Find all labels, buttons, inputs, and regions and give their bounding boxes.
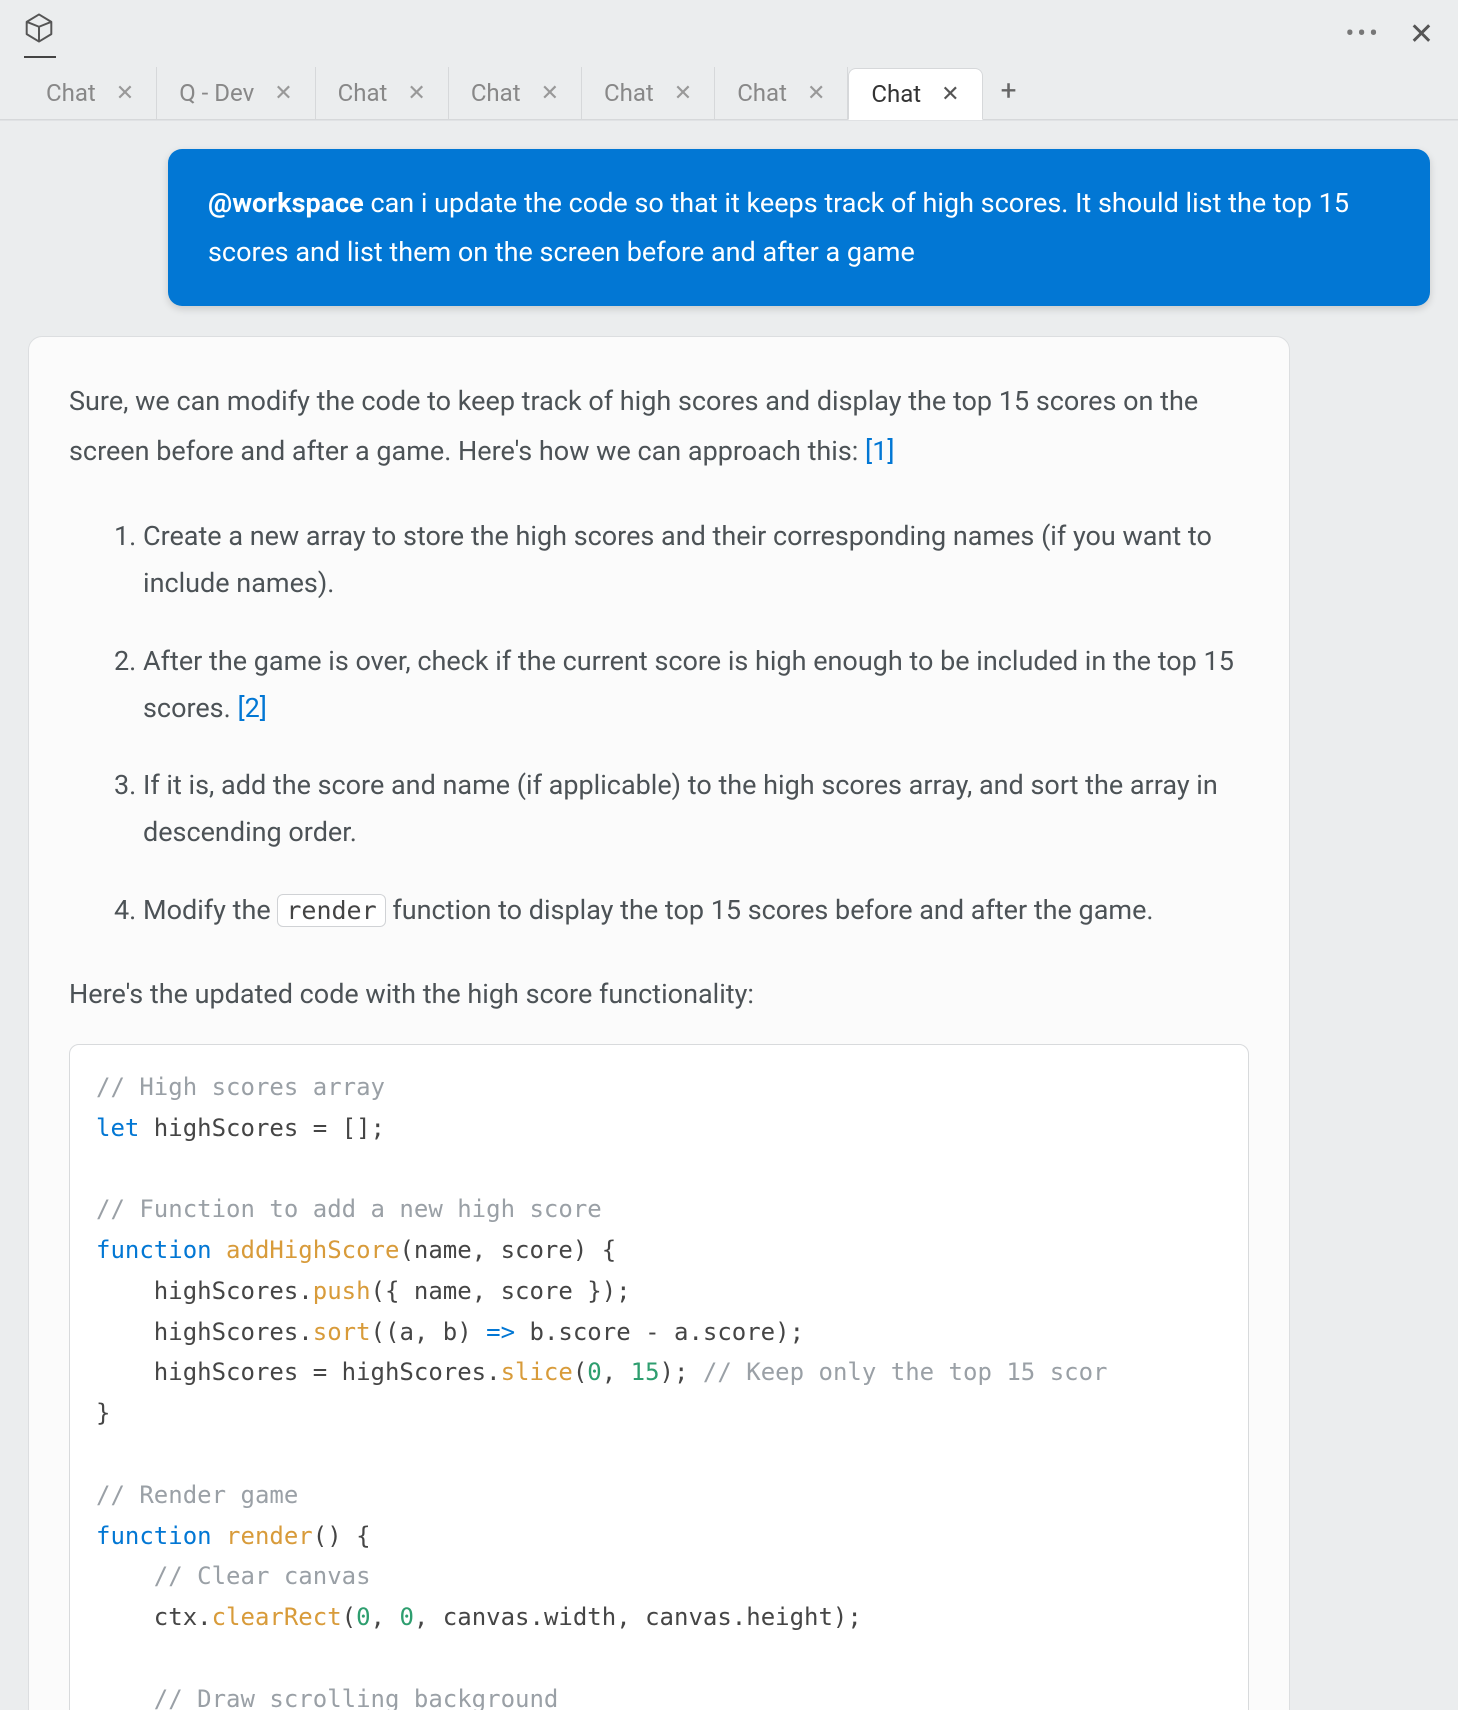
tab-close-icon[interactable]: ✕ xyxy=(541,81,559,106)
tab-label: Chat xyxy=(737,79,787,107)
window-close-icon[interactable]: ✕ xyxy=(1409,17,1434,52)
tab-chat[interactable]: Chat ✕ xyxy=(449,67,582,119)
tab-chat[interactable]: Chat ✕ xyxy=(715,67,848,119)
tab-close-icon[interactable]: ✕ xyxy=(274,81,292,106)
tab-label: Chat xyxy=(471,79,521,107)
chat-content: @workspace can i update the code so that… xyxy=(0,120,1458,1710)
tab-close-icon[interactable]: ✕ xyxy=(407,81,425,106)
chat-window: ••• ✕ Chat ✕ Q - Dev ✕ Chat ✕ Chat ✕ Cha… xyxy=(0,0,1458,1710)
tab-chat[interactable]: Chat ✕ xyxy=(582,67,715,119)
tab-label: Chat xyxy=(871,80,921,108)
tab-bar: Chat ✕ Q - Dev ✕ Chat ✕ Chat ✕ Chat ✕ Ch… xyxy=(0,68,1458,120)
tab-close-icon[interactable]: ✕ xyxy=(941,82,959,107)
step-item: After the game is over, check if the cur… xyxy=(143,638,1249,733)
steps-list: Create a new array to store the high sco… xyxy=(103,513,1249,934)
code-intro: Here's the updated code with the high sc… xyxy=(69,970,1249,1020)
workspace-mention: @workspace xyxy=(208,187,364,219)
citation-link-1[interactable]: [1] xyxy=(865,435,895,467)
tab-close-icon[interactable]: ✕ xyxy=(116,81,134,106)
user-message: @workspace can i update the code so that… xyxy=(168,149,1430,306)
inline-code: render xyxy=(277,894,385,927)
citation-link-2[interactable]: [2] xyxy=(237,692,267,724)
tab-chat[interactable]: Chat ✕ xyxy=(24,67,157,119)
assistant-message: Sure, we can modify the code to keep tra… xyxy=(28,336,1290,1710)
user-message-text: can i update the code so that it keeps t… xyxy=(208,187,1349,268)
tab-label: Q - Dev xyxy=(179,79,254,107)
titlebar-left xyxy=(24,12,54,56)
tab-label: Chat xyxy=(338,79,388,107)
tab-close-icon[interactable]: ✕ xyxy=(674,81,692,106)
tab-close-icon[interactable]: ✕ xyxy=(807,81,825,106)
titlebar: ••• ✕ xyxy=(0,0,1458,68)
step-item: If it is, add the score and name (if app… xyxy=(143,762,1249,857)
titlebar-right: ••• ✕ xyxy=(1346,17,1434,52)
hexagon-logo-icon xyxy=(24,12,54,44)
tab-add-button[interactable]: + xyxy=(983,62,1035,119)
tab-label: Chat xyxy=(46,79,96,107)
step-item: Create a new array to store the high sco… xyxy=(143,513,1249,608)
step-item: Modify the render function to display th… xyxy=(143,887,1249,934)
tab-chat-active[interactable]: Chat ✕ xyxy=(848,68,982,120)
assistant-intro: Sure, we can modify the code to keep tra… xyxy=(69,377,1249,477)
app-logo[interactable] xyxy=(24,12,54,56)
tab-label: Chat xyxy=(604,79,654,107)
code-block[interactable]: // High scores array let highScores = []… xyxy=(69,1044,1249,1710)
tab-chat[interactable]: Chat ✕ xyxy=(316,67,449,119)
more-menu-icon[interactable]: ••• xyxy=(1346,19,1381,49)
tab-q-dev[interactable]: Q - Dev ✕ xyxy=(157,67,315,119)
